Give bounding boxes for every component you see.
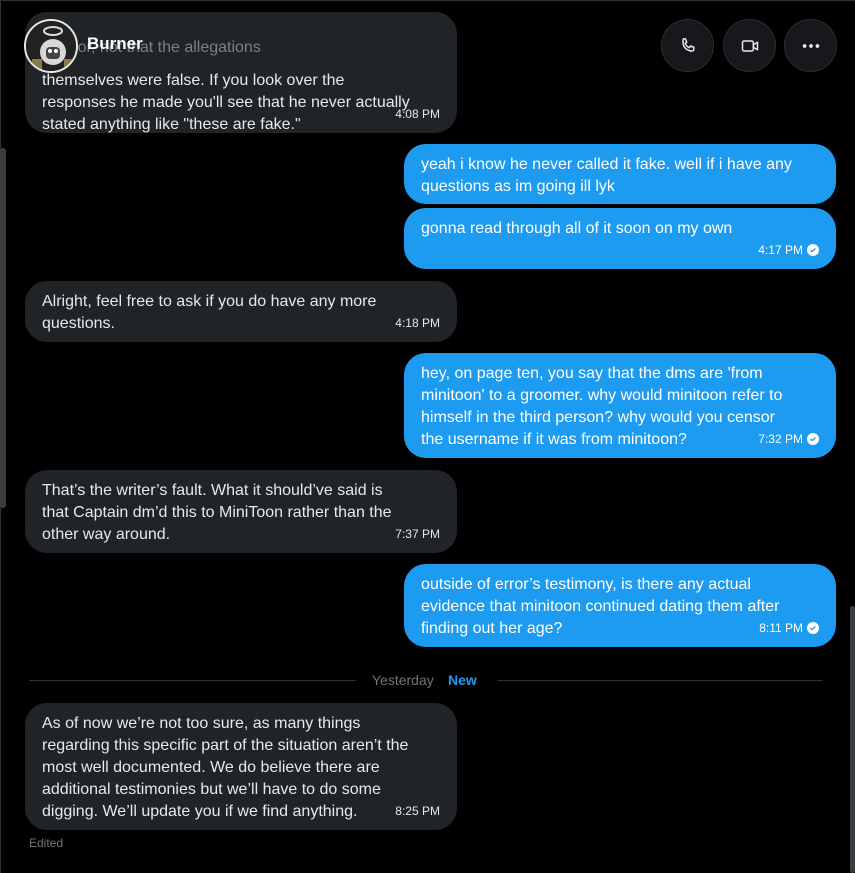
message-text: questions. [42,315,115,332]
message-bubble-incoming[interactable]: Alright, feel free to ask if you do have… [25,281,457,342]
read-receipt-icon [807,622,819,634]
message-timestamp: 4:17 PM [758,239,819,261]
video-call-button[interactable] [723,19,776,72]
message-text: Alright, feel free to ask if you do have… [42,293,377,310]
message-text: stated anything like "these are fake." [42,116,301,133]
video-camera-icon [741,39,758,52]
left-scrollbar[interactable] [0,148,6,508]
message-text: As of now we’re not too sure, as many th… [42,715,361,732]
message-bubble-outgoing[interactable]: yeah i know he never called it fake. wel… [404,144,836,204]
conversation-header: Burner [0,0,855,90]
message-text: hey, on page ten, you say that the dms a… [421,365,763,382]
message-timestamp: 7:37 PM [395,527,440,541]
message-text: regarding this specific part of the situ… [42,737,409,754]
message-text: evidence that minitoon continued dating … [421,598,780,615]
message-bubble-outgoing[interactable]: hey, on page ten, you say that the dms a… [404,353,836,458]
phone-icon [681,37,695,52]
edited-label: Edited [29,836,64,850]
message-text: most well documented. We do believe ther… [42,759,380,776]
message-bubble-outgoing[interactable]: gonna read through all of it soon on my … [404,208,836,269]
message-text: responses he made you'll see that he nev… [42,94,410,111]
message-text: digging. We’ll update you if we find any… [42,803,358,820]
divider-line [29,680,356,681]
message-text: questions as im going ill lyk [421,178,615,195]
divider-line [497,680,823,681]
more-horizontal-icon [802,43,819,48]
call-button[interactable] [661,19,714,72]
message-text: minitoon' to a groomer. why would minito… [421,387,783,404]
new-messages-badge: New [448,672,477,688]
message-text: other way around. [42,526,171,543]
message-text: himself in the third person? why would y… [421,409,775,426]
message-timestamp: 4:18 PM [395,316,440,330]
message-text: that Captain dm’d this to MiniToon rathe… [42,504,392,521]
message-bubble-incoming[interactable]: That’s the writer’s fault. What it shoul… [25,470,457,553]
message-timestamp: 4:08 PM [395,107,440,121]
date-divider-label: Yesterday [372,672,434,688]
message-bubble-outgoing[interactable]: outside of error’s testimony, is there a… [404,564,836,647]
conversation-scrollbar[interactable] [850,606,855,873]
message-timestamp: 8:11 PM [759,617,819,639]
read-receipt-icon [807,244,819,256]
message-bubble-incoming[interactable]: As of now we’re not too sure, as many th… [25,703,457,830]
message-text: yeah i know he never called it fake. wel… [421,156,792,173]
message-text: additional testimonies but we’ll have to… [42,781,381,798]
message-text: gonna read through all of it soon on my … [421,220,733,237]
read-receipt-icon [807,433,819,445]
message-text: That’s the writer’s fault. What it shoul… [42,482,383,499]
message-timestamp: 8:25 PM [395,804,440,818]
message-text: outside of error’s testimony, is there a… [421,576,751,593]
message-timestamp: 7:32 PM [758,428,819,450]
avatar[interactable] [24,19,78,73]
contact-name[interactable]: Burner [87,34,143,54]
more-options-button[interactable] [784,19,837,72]
